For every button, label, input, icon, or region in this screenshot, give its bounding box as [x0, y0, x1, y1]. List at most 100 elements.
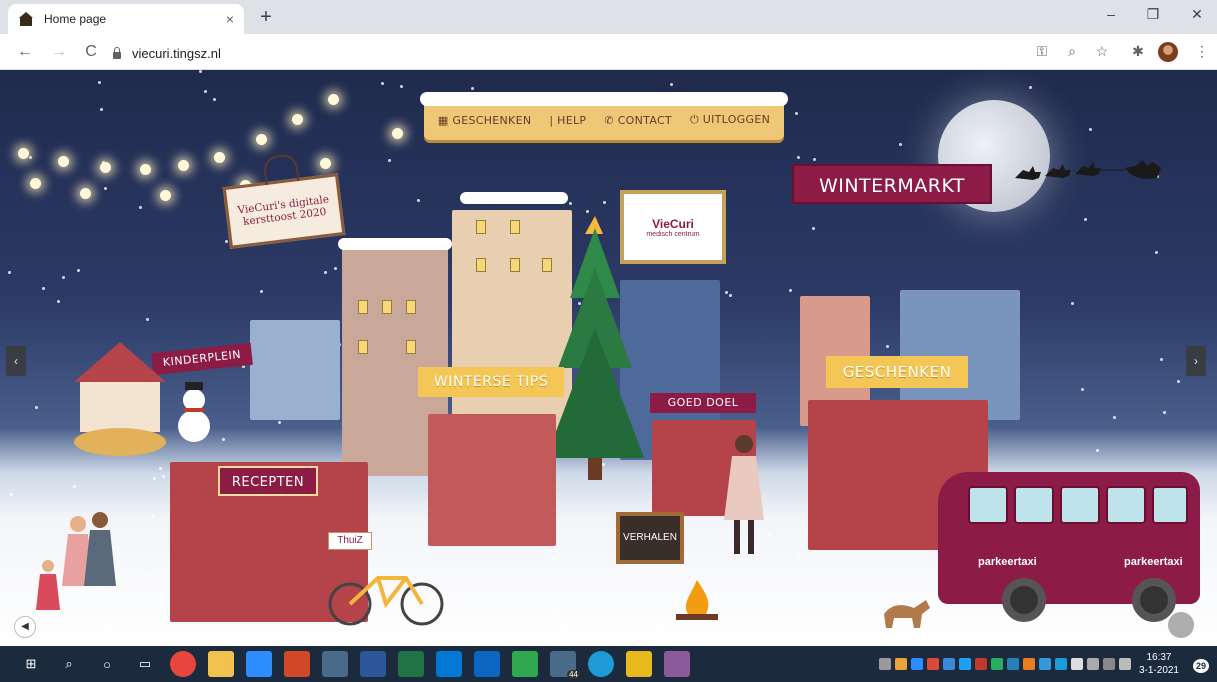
sticky-notes-icon[interactable]: [626, 651, 652, 677]
snowflake: [813, 158, 816, 161]
zoom-icon[interactable]: ⌕: [1062, 43, 1082, 60]
verhalen-sign[interactable]: VERHALEN: [616, 512, 684, 564]
menu-help[interactable]: | HELP: [549, 114, 586, 127]
menu-contact[interactable]: ✆ CONTACT: [604, 114, 672, 127]
maximize-button[interactable]: ❐: [1138, 6, 1168, 23]
profile-avatar-icon[interactable]: [1158, 42, 1178, 62]
reload-button[interactable]: C: [80, 42, 102, 64]
tray-icon[interactable]: [1022, 658, 1035, 670]
zoom-app-icon[interactable]: [246, 651, 272, 677]
menu-geschenken[interactable]: ▦ GESCHENKEN: [438, 114, 531, 127]
sound-toggle-icon[interactable]: ◀: [14, 616, 36, 638]
window: [510, 220, 520, 234]
wifi-icon[interactable]: [1102, 658, 1115, 670]
keyboard-icon[interactable]: [1086, 658, 1099, 670]
snowflake: [1089, 128, 1092, 131]
menu-icon[interactable]: ⋮: [1192, 43, 1212, 60]
snowflake: [729, 294, 732, 297]
logo-subtitle: medisch centrum: [646, 230, 700, 238]
snowflake: [1155, 251, 1158, 254]
tab-close-icon[interactable]: ×: [226, 11, 234, 27]
tray-icon[interactable]: [878, 658, 891, 670]
next-scene-arrow[interactable]: ›: [1186, 346, 1206, 376]
geschenken-sign[interactable]: GESCHENKEN: [826, 356, 968, 388]
star-icon[interactable]: ☆: [1092, 43, 1112, 60]
teamviewer-icon[interactable]: [474, 651, 500, 677]
snowflake: [812, 227, 815, 230]
prev-scene-arrow[interactable]: ‹: [6, 346, 26, 376]
powerpoint-icon[interactable]: [284, 651, 310, 677]
thuiz-sign: ThuiZ: [328, 532, 372, 550]
menu-uitloggen[interactable]: ⏻ UITLOGGEN: [690, 113, 770, 127]
snowflake: [204, 90, 207, 93]
light-bulb: [214, 152, 225, 163]
notepad-icon[interactable]: [322, 651, 348, 677]
tray-icon[interactable]: [974, 658, 987, 670]
extensions-icon[interactable]: ✱: [1128, 43, 1148, 60]
wintermarkt-sign[interactable]: WINTERMARKT: [792, 164, 992, 204]
lock-icon[interactable]: [112, 47, 122, 59]
volume-icon[interactable]: [1118, 658, 1131, 670]
light-bulb: [80, 188, 91, 199]
snowflake: [789, 289, 792, 292]
tray-icon[interactable]: [1054, 658, 1067, 670]
tray-icon[interactable]: [910, 658, 923, 670]
task-view-icon[interactable]: ▭: [132, 651, 158, 677]
light-bulb: [100, 162, 111, 173]
new-tab-button[interactable]: +: [254, 6, 278, 30]
tray-icon[interactable]: [926, 658, 939, 670]
recepten-sign[interactable]: RECEPTEN: [218, 466, 318, 496]
window: [406, 340, 416, 354]
url-text[interactable]: viecuri.tingsz.nl: [132, 46, 221, 61]
cortana-icon[interactable]: ○: [94, 651, 120, 677]
light-bulb: [392, 128, 403, 139]
scroll-top-button[interactable]: [1168, 612, 1194, 638]
forward-button[interactable]: →: [48, 42, 70, 64]
notifications-icon[interactable]: 29: [1189, 654, 1209, 674]
tab-home-page[interactable]: Home page ×: [8, 4, 244, 34]
key-icon[interactable]: ⚿: [1032, 43, 1052, 60]
tray-icon[interactable]: [894, 658, 907, 670]
house-favicon-icon: [18, 11, 34, 27]
file-explorer-icon[interactable]: [208, 651, 234, 677]
refresh-app-icon[interactable]: [512, 651, 538, 677]
snowflake: [153, 477, 156, 480]
tray-icon[interactable]: [1006, 658, 1019, 670]
parkeertaxi-bus[interactable]: parkeertaxi parkeertaxi: [938, 472, 1200, 622]
bluetooth-icon[interactable]: [958, 658, 971, 670]
goed-doel-sign[interactable]: GOED DOEL: [650, 393, 756, 413]
snipping-tool-icon[interactable]: [664, 651, 690, 677]
outlook-icon[interactable]: [436, 651, 462, 677]
snowflake: [381, 82, 384, 85]
snowman: [178, 382, 210, 442]
snowflake: [552, 558, 555, 561]
carousel[interactable]: [70, 338, 170, 464]
window-close-button[interactable]: ✕: [1182, 6, 1212, 23]
winterse-tips-sign[interactable]: WINTERSE TIPS: [418, 367, 564, 397]
mail-icon[interactable]: 44: [550, 651, 580, 679]
tray-icon[interactable]: [1038, 658, 1051, 670]
tray-icon[interactable]: [990, 658, 1003, 670]
winterse-tips-stall[interactable]: [428, 414, 556, 546]
light-bulb: [178, 160, 189, 171]
search-icon[interactable]: ⌕: [56, 651, 82, 677]
chrome-icon[interactable]: [170, 651, 196, 677]
bus-label: parkeertaxi: [978, 556, 1037, 568]
back-button[interactable]: ←: [14, 42, 36, 64]
excel-icon[interactable]: [398, 651, 424, 677]
snowflake: [100, 108, 103, 111]
address-bar[interactable]: viecuri.tingsz.nl: [112, 41, 1032, 65]
gift-icon: ▦: [437, 113, 453, 127]
windows-start-icon[interactable]: ⊞: [18, 651, 44, 677]
snow-roof: [338, 238, 452, 250]
onedrive-icon[interactable]: [1070, 658, 1083, 670]
system-clock[interactable]: 16:37 3-1-2021: [1139, 651, 1179, 677]
tray-icon[interactable]: [942, 658, 955, 670]
snowflake: [213, 98, 216, 101]
minimize-button[interactable]: –: [1096, 6, 1126, 22]
word-icon[interactable]: [360, 651, 386, 677]
snowflake: [1177, 380, 1180, 383]
edge-icon[interactable]: [588, 651, 614, 677]
building: [250, 320, 340, 420]
notification-count: 29: [1193, 659, 1209, 673]
